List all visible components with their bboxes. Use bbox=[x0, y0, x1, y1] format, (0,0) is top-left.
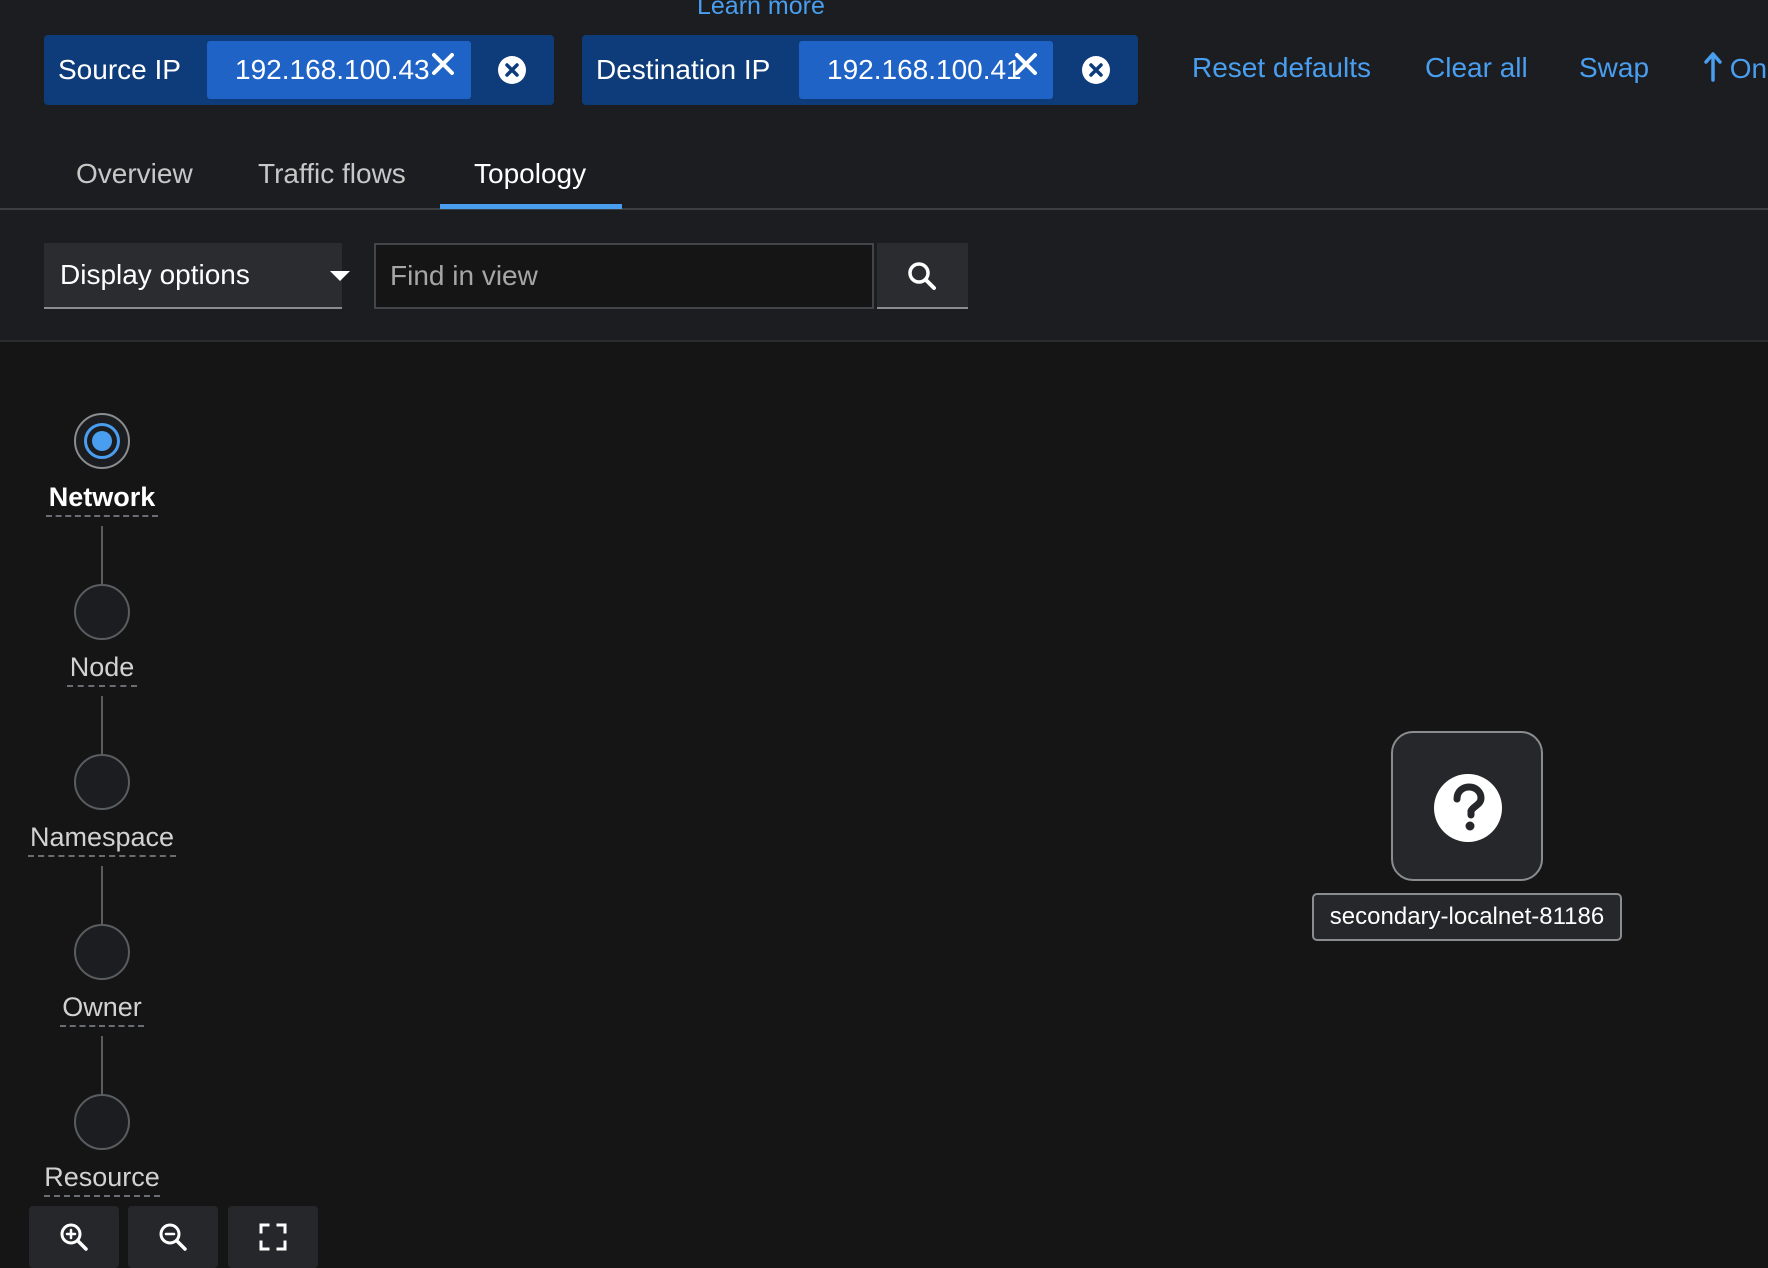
clear-destination-group-icon[interactable] bbox=[1081, 55, 1111, 85]
scope-connector bbox=[101, 866, 103, 924]
scope-label-owner[interactable]: Owner bbox=[60, 992, 144, 1027]
active-tab-indicator bbox=[440, 204, 622, 209]
arrow-up-icon bbox=[1704, 52, 1722, 82]
scope-connector bbox=[101, 526, 103, 584]
toolbar-divider bbox=[0, 340, 1768, 342]
one-way-label: On bbox=[1729, 53, 1768, 84]
one-way-button[interactable]: On bbox=[1704, 52, 1768, 85]
scope-label-network[interactable]: Network bbox=[46, 482, 158, 517]
caret-down-icon bbox=[330, 271, 350, 281]
scope-connector bbox=[101, 1036, 103, 1094]
question-circle-icon bbox=[1434, 774, 1502, 842]
source-ip-chip-group: Source IP 192.168.100.43 bbox=[44, 35, 554, 105]
scope-label-node[interactable]: Node bbox=[67, 652, 137, 687]
search-icon bbox=[908, 262, 936, 290]
fit-to-screen-button[interactable] bbox=[228, 1206, 318, 1268]
scope-step-resource[interactable] bbox=[74, 1094, 130, 1150]
source-ip-value: 192.168.100.43 bbox=[235, 54, 430, 85]
zoom-in-icon bbox=[60, 1223, 88, 1251]
scope-step-network[interactable] bbox=[74, 413, 130, 469]
zoom-out-button[interactable] bbox=[128, 1206, 218, 1268]
scope-label-resource[interactable]: Resource bbox=[44, 1162, 160, 1197]
destination-ip-value: 192.168.100.41 bbox=[827, 54, 1022, 85]
display-options-label: Display options bbox=[60, 259, 250, 290]
scope-label-namespace[interactable]: Namespace bbox=[28, 822, 176, 857]
swap-button[interactable]: Swap bbox=[1579, 52, 1649, 84]
learn-more-link[interactable]: Learn more bbox=[697, 0, 825, 21]
tab-traffic-flows[interactable]: Traffic flows bbox=[258, 158, 406, 190]
clear-source-group-icon[interactable] bbox=[497, 55, 527, 85]
destination-ip-chip-group: Destination IP 192.168.100.41 bbox=[582, 35, 1138, 105]
scope-connector bbox=[101, 696, 103, 754]
display-options-dropdown[interactable]: Display options bbox=[44, 243, 350, 309]
selected-radio-icon bbox=[84, 423, 120, 459]
scope-step-node[interactable] bbox=[74, 584, 130, 640]
destination-ip-label: Destination IP bbox=[596, 54, 771, 85]
tab-overview[interactable]: Overview bbox=[76, 158, 193, 190]
source-ip-label: Source IP bbox=[58, 54, 181, 85]
reset-defaults-button[interactable]: Reset defaults bbox=[1192, 52, 1371, 84]
scope-step-namespace[interactable] bbox=[74, 754, 130, 810]
clear-all-button[interactable]: Clear all bbox=[1425, 52, 1528, 84]
zoom-in-button[interactable] bbox=[29, 1206, 119, 1268]
remove-source-ip-icon[interactable] bbox=[430, 51, 456, 77]
tab-topology[interactable]: Topology bbox=[474, 158, 586, 190]
graph-node[interactable] bbox=[1391, 731, 1543, 881]
expand-icon bbox=[259, 1223, 287, 1251]
view-tabs: Overview Traffic flows Topology bbox=[0, 138, 1768, 210]
graph-node-label: secondary-localnet-81186 bbox=[1312, 893, 1622, 941]
find-in-view-input[interactable] bbox=[374, 243, 874, 309]
scope-step-owner[interactable] bbox=[74, 924, 130, 980]
search-button[interactable] bbox=[877, 243, 968, 309]
zoom-out-icon bbox=[159, 1223, 187, 1251]
remove-destination-ip-icon[interactable] bbox=[1013, 51, 1039, 77]
